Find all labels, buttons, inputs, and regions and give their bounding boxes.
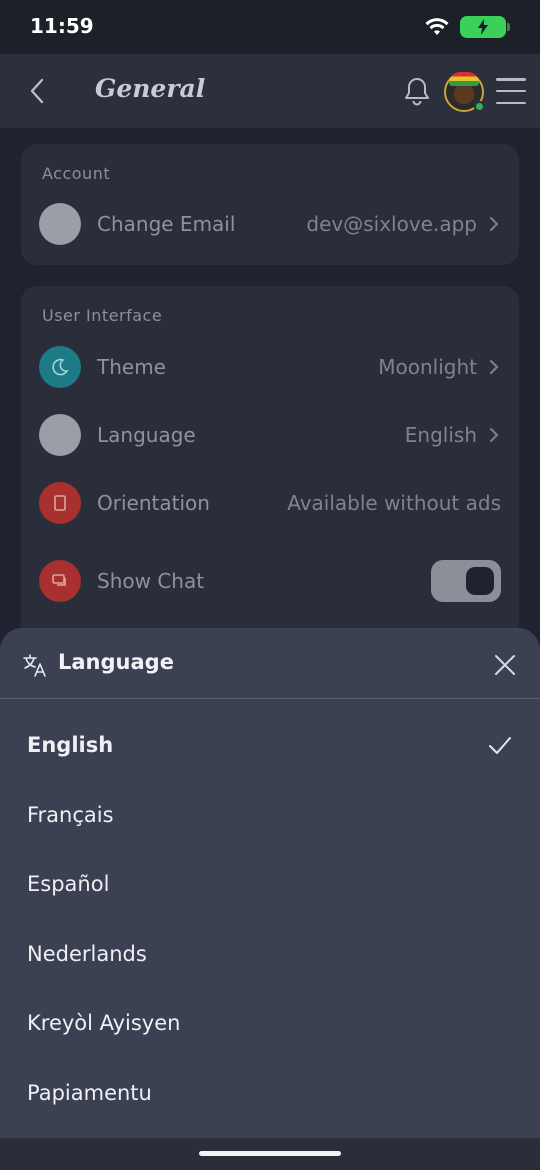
account-card: Account Change Email dev@sixlove.app: [21, 144, 519, 265]
back-button[interactable]: [22, 76, 52, 106]
toggle-knob: [466, 567, 494, 595]
theme-row[interactable]: Theme Moonlight: [39, 345, 501, 389]
orientation-value: Available without ads: [287, 491, 501, 515]
change-email-label: Change Email: [97, 212, 236, 236]
language-option-label: Kreyòl Ayisyen: [27, 1011, 181, 1035]
language-sheet: Language English Français Español Nederl…: [0, 628, 540, 1170]
language-option-espanol[interactable]: Español: [0, 854, 540, 914]
theme-label: Theme: [97, 355, 166, 379]
app-header: General: [0, 54, 540, 128]
chat-icon: [39, 560, 81, 602]
language-option-papiamentu[interactable]: Papiamentu: [0, 1063, 540, 1123]
wifi-icon: [424, 17, 450, 37]
language-option-label: Nederlands: [27, 942, 147, 966]
show-chat-row: Show Chat: [39, 559, 501, 603]
hamburger-icon-line: [496, 89, 526, 93]
online-indicator: [474, 101, 485, 112]
hamburger-icon-line: [496, 101, 526, 104]
language-row[interactable]: Language English: [39, 413, 501, 457]
status-icons: [424, 16, 510, 38]
close-icon[interactable]: [492, 652, 518, 678]
language-icon: [39, 414, 81, 456]
chevron-right-icon: [489, 215, 501, 233]
change-email-row[interactable]: Change Email dev@sixlove.app: [39, 202, 501, 246]
language-value: English: [404, 423, 477, 447]
sheet-header: Language: [0, 628, 540, 698]
checkmark-icon: [489, 737, 511, 754]
show-chat-toggle[interactable]: [431, 560, 501, 602]
language-option-label: Español: [27, 872, 110, 896]
chevron-left-icon: [30, 78, 44, 104]
ui-section-title: User Interface: [42, 306, 163, 325]
sheet-title: Language: [58, 650, 174, 674]
orientation-label: Orientation: [97, 491, 210, 515]
chevron-right-icon: [489, 426, 501, 444]
change-email-value: dev@sixlove.app: [306, 212, 477, 236]
email-icon: [39, 203, 81, 245]
status-time: 11:59: [30, 14, 94, 38]
notifications-button[interactable]: [400, 74, 434, 108]
language-option-kreyol[interactable]: Kreyòl Ayisyen: [0, 993, 540, 1053]
language-label: Language: [97, 423, 196, 447]
avatar[interactable]: [444, 72, 485, 112]
hamburger-icon-line: [496, 78, 526, 81]
bell-icon: [405, 78, 429, 106]
show-chat-label: Show Chat: [97, 569, 205, 593]
sheet-divider: [0, 698, 540, 699]
avatar-cap: [449, 72, 479, 86]
battery-icon: [460, 16, 510, 38]
status-bar: 11:59: [0, 0, 540, 54]
language-option-francais[interactable]: Français: [0, 785, 540, 845]
menu-button[interactable]: [496, 78, 526, 104]
language-option-label: English: [27, 733, 114, 757]
language-option-english[interactable]: English: [0, 715, 540, 775]
theme-value: Moonlight: [378, 355, 477, 379]
language-option-label: Papiamentu: [27, 1081, 152, 1105]
language-option-nederlands[interactable]: Nederlands: [0, 924, 540, 984]
chevron-right-icon: [489, 358, 501, 376]
translate-icon: [23, 654, 46, 677]
home-indicator[interactable]: [199, 1151, 341, 1156]
page-title: General: [95, 74, 206, 103]
orientation-row[interactable]: Orientation Available without ads: [39, 481, 501, 525]
language-option-label: Français: [27, 803, 114, 827]
moon-icon: [39, 346, 81, 388]
rotate-icon: [39, 482, 81, 524]
account-section-title: Account: [42, 164, 111, 183]
user-interface-card: User Interface Theme Moonlight Language …: [21, 286, 519, 646]
